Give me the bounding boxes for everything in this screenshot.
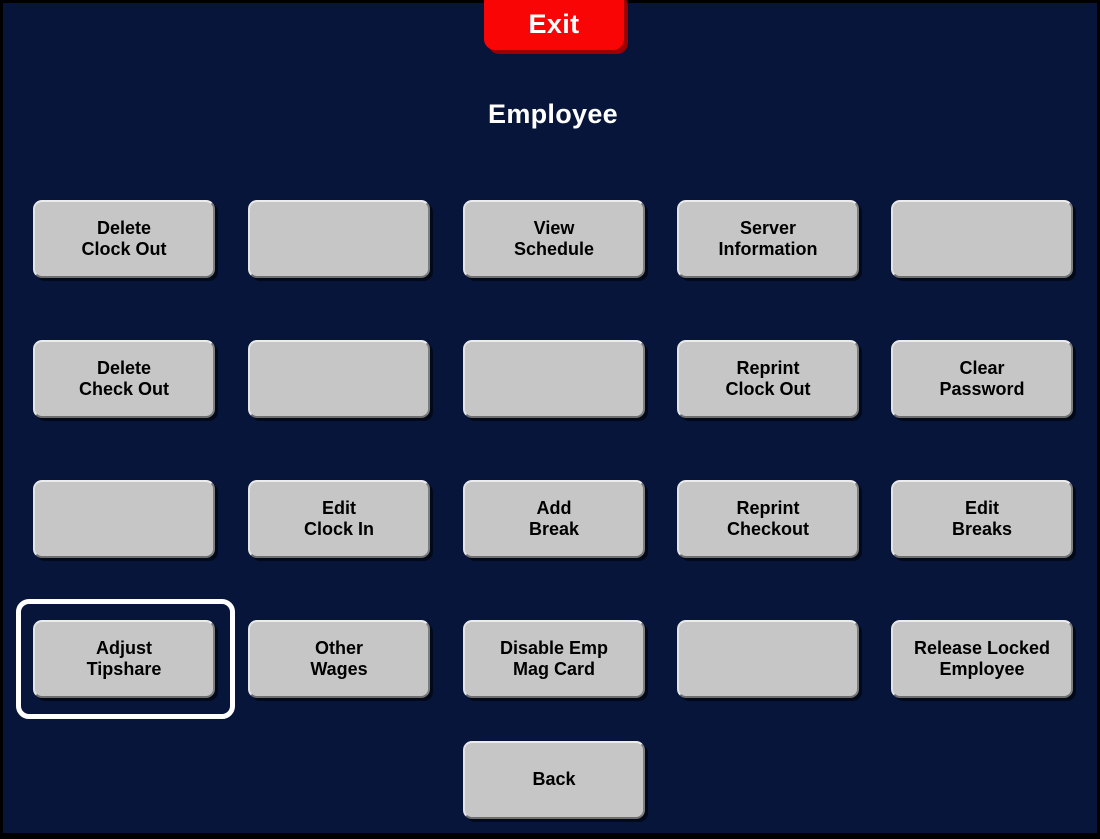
button-back[interactable]: Back xyxy=(463,741,645,819)
button-empty-r0c4[interactable] xyxy=(891,200,1073,278)
button-delete-clock-out[interactable]: Delete Clock Out xyxy=(33,200,215,278)
button-add-break[interactable]: Add Break xyxy=(463,480,645,558)
button-other-wages[interactable]: Other Wages xyxy=(248,620,430,698)
button-delete-check-out[interactable]: Delete Check Out xyxy=(33,340,215,418)
button-empty-r2c0[interactable] xyxy=(33,480,215,558)
button-disable-emp-mag-card[interactable]: Disable Emp Mag Card xyxy=(463,620,645,698)
button-edit-clock-in[interactable]: Edit Clock In xyxy=(248,480,430,558)
button-empty-r3c3[interactable] xyxy=(677,620,859,698)
button-empty-r1c2[interactable] xyxy=(463,340,645,418)
button-view-schedule[interactable]: View Schedule xyxy=(463,200,645,278)
button-empty-r1c1[interactable] xyxy=(248,340,430,418)
button-grid: Delete Clock Out View Schedule Server In… xyxy=(3,3,1100,839)
button-edit-breaks[interactable]: Edit Breaks xyxy=(891,480,1073,558)
button-server-information[interactable]: Server Information xyxy=(677,200,859,278)
button-release-locked-employee[interactable]: Release Locked Employee xyxy=(891,620,1073,698)
button-clear-password[interactable]: Clear Password xyxy=(891,340,1073,418)
employee-screen: Exit Employee Delete Clock Out View Sche… xyxy=(0,0,1100,836)
button-reprint-checkout[interactable]: Reprint Checkout xyxy=(677,480,859,558)
button-reprint-clock-out[interactable]: Reprint Clock Out xyxy=(677,340,859,418)
button-empty-r0c1[interactable] xyxy=(248,200,430,278)
button-adjust-tipshare[interactable]: Adjust Tipshare xyxy=(33,620,215,698)
